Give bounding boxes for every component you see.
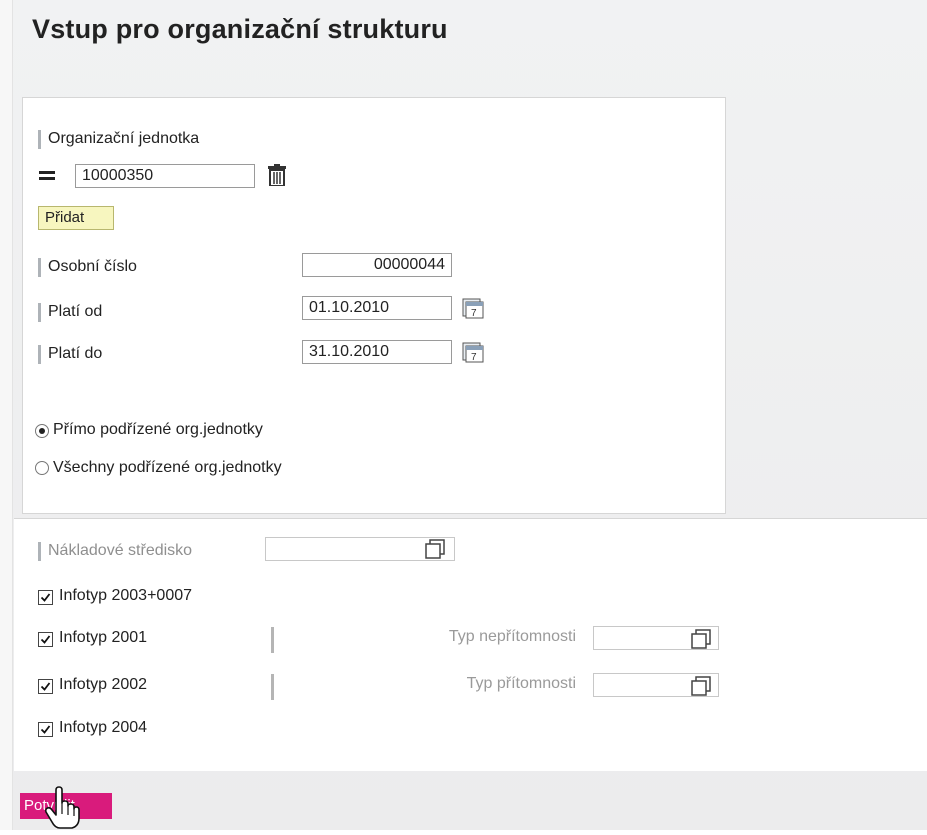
calendar-icon[interactable]: 7 xyxy=(462,297,484,319)
trash-icon[interactable] xyxy=(268,164,286,187)
infotyp-2001-label: Infotyp 2001 xyxy=(59,629,148,646)
left-border xyxy=(0,0,13,830)
value-help-icon[interactable] xyxy=(424,538,448,562)
separator xyxy=(271,627,274,653)
hand-cursor-icon xyxy=(44,786,80,830)
direct-subordinates-label: Přímo podřízené org.jednotky xyxy=(53,421,263,438)
org-unit-label: Organizační jednotka xyxy=(38,129,199,149)
value-help-icon[interactable] xyxy=(690,628,714,652)
infotyp-2004-checkbox[interactable] xyxy=(38,722,53,737)
all-subordinates-label: Všechny podřízené org.jednotky xyxy=(53,459,282,476)
value-help-icon[interactable] xyxy=(690,675,714,699)
valid-from-label: Platí od xyxy=(38,302,102,322)
infotyp-2002-checkbox[interactable] xyxy=(38,679,53,694)
page-title: Vstup pro organizační strukturu xyxy=(32,14,448,44)
direct-subordinates-radio[interactable] xyxy=(35,424,49,438)
infotyp-2003-checkbox[interactable] xyxy=(38,590,53,605)
infotyp-2003-label: Infotyp 2003+0007 xyxy=(59,587,193,604)
valid-to-label: Platí do xyxy=(38,344,102,364)
equals-icon[interactable] xyxy=(39,171,55,181)
cost-center-label: Nákladové středisko xyxy=(38,541,192,561)
svg-text:7: 7 xyxy=(471,352,477,363)
org-unit-input[interactable]: 10000350 xyxy=(75,164,255,188)
absence-type-label: Typ nepřítomnosti xyxy=(448,628,576,645)
valid-from-input[interactable]: 01.10.2010 xyxy=(302,296,452,320)
personal-number-input[interactable]: 00000044 xyxy=(302,253,452,277)
valid-to-input[interactable]: 31.10.2010 xyxy=(302,340,452,364)
attendance-type-label: Typ přítomnosti xyxy=(466,675,576,692)
infotyp-2001-checkbox[interactable] xyxy=(38,632,53,647)
infotyp-2002-label: Infotyp 2002 xyxy=(59,676,148,693)
all-subordinates-radio[interactable] xyxy=(35,461,49,475)
svg-text:7: 7 xyxy=(471,308,477,319)
separator xyxy=(271,674,274,700)
add-button[interactable]: Přidat xyxy=(38,206,114,230)
calendar-icon[interactable]: 7 xyxy=(462,341,484,363)
infotyp-2004-label: Infotyp 2004 xyxy=(59,719,148,736)
personal-number-label: Osobní číslo xyxy=(38,257,137,277)
